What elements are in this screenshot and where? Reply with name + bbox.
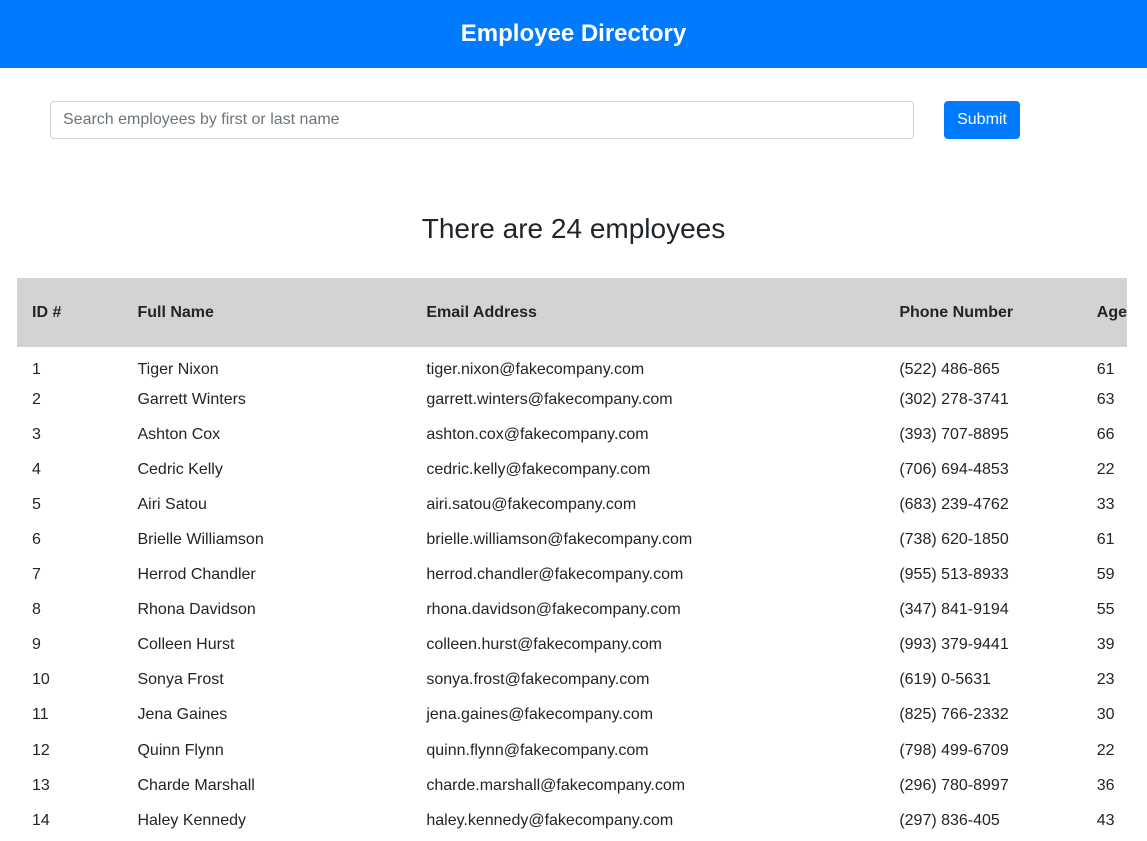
cell-age: 22 [1096, 741, 1115, 759]
table-row: 4 Cedric Kelly cedric.kelly@fakecompany.co… [17, 452, 1127, 487]
cell-id: 14 [32, 811, 50, 829]
table-row: 5 Airi Satou airi.satou@fakecompany.com (68… [17, 487, 1127, 522]
cell-phone: (955) 513-8933 [899, 566, 1009, 584]
cell-phone: (347) 841-9194 [899, 601, 1009, 619]
cell-id: 5 [32, 495, 41, 513]
table-header: ID # Full Name Email Address Phone Numbe… [17, 278, 1127, 347]
cell-age: 22 [1096, 460, 1115, 478]
cell-name: Ashton Cox [137, 425, 221, 443]
cell-age: 55 [1096, 601, 1115, 619]
cell-email: cedric.kelly@fakecompany.com [426, 460, 651, 478]
cell-name: Charde Marshall [137, 776, 255, 794]
column-header-id[interactable]: ID # [17, 278, 122, 347]
table-header-row: ID # Full Name Email Address Phone Numbe… [17, 278, 1127, 347]
cell-email: haley.kennedy@fakecompany.com [426, 811, 674, 829]
column-header-phone[interactable]: Phone Number [884, 278, 1081, 347]
cell-id: 9 [32, 636, 41, 654]
submit-button[interactable]: Submit [944, 101, 1020, 139]
column-header-email[interactable]: Email Address [411, 278, 884, 347]
table-row: 11 Jena Gaines jena.gaines@fakecompany.com… [17, 698, 1127, 733]
cell-phone: (522) 486-865 [899, 360, 1000, 378]
cell-id: 7 [32, 566, 41, 584]
column-header-age[interactable]: Age [1082, 278, 1127, 347]
cell-phone: (825) 766-2332 [899, 706, 1009, 724]
table-row: 1 Tiger Nixon tiger.nixon@fakecompany.com (… [17, 347, 1127, 382]
cell-age: 36 [1096, 776, 1115, 794]
cell-age: 39 [1096, 636, 1115, 654]
cell-phone: (798) 499-6709 [899, 741, 1009, 759]
cell-id: 12 [32, 741, 50, 759]
cell-age: 61 [1096, 360, 1115, 378]
cell-age: 63 [1096, 390, 1115, 408]
cell-name: Garrett Winters [137, 390, 246, 408]
table-body: 1 Tiger Nixon tiger.nixon@fakecompany.com (… [17, 347, 1127, 838]
cell-id: 8 [32, 601, 41, 619]
cell-id: 10 [32, 671, 50, 689]
cell-id: 11 [32, 706, 49, 724]
cell-email: quinn.flynn@fakecompany.com [426, 741, 649, 759]
cell-email: rhona.davidson@fakecompany.com [426, 601, 681, 619]
cell-age: 66 [1096, 425, 1115, 443]
table-row: 14 Haley Kennedy haley.kennedy@fakecompany… [17, 803, 1127, 838]
cell-email: airi.satou@fakecompany.com [426, 495, 637, 513]
cell-id: 13 [32, 776, 50, 794]
cell-phone: (619) 0-5631 [899, 671, 991, 689]
table-row: 3 Ashton Cox ashton.cox@fakecompany.com (39… [17, 417, 1127, 452]
table-row: 7 Herrod Chandler herrod.chandler@fakecomp… [17, 558, 1127, 593]
cell-email: herrod.chandler@fakecompany.com [426, 566, 684, 584]
app-header: Employee Directory [0, 0, 1147, 68]
cell-phone: (393) 707-8895 [899, 425, 1009, 443]
cell-phone: (993) 379-9441 [899, 636, 1009, 654]
employee-table: ID # Full Name Email Address Phone Numbe… [17, 278, 1127, 838]
cell-email: sonya.frost@fakecompany.com [426, 671, 650, 689]
table-row: 10 Sonya Frost sonya.frost@fakecompany.com… [17, 663, 1127, 698]
cell-age: 43 [1096, 811, 1115, 829]
cell-email: colleen.hurst@fakecompany.com [426, 636, 662, 654]
table-row: 9 Colleen Hurst colleen.hurst@fakecompany.… [17, 628, 1127, 663]
cell-email: ashton.cox@fakecompany.com [426, 425, 649, 443]
cell-age: 23 [1096, 671, 1115, 689]
cell-phone: (296) 780-8997 [899, 776, 1009, 794]
cell-email: brielle.williamson@fakecompany.com [426, 531, 693, 549]
cell-name: Colleen Hurst [137, 636, 235, 654]
cell-name: Tiger Nixon [137, 360, 219, 378]
cell-email: jena.gaines@fakecompany.com [426, 706, 654, 724]
cell-phone: (297) 836-405 [899, 811, 1000, 829]
cell-name: Brielle Williamson [137, 531, 264, 549]
cell-email: charde.marshall@fakecompany.com [426, 776, 686, 794]
cell-phone: (302) 278-3741 [899, 390, 1009, 408]
table-row: 2 Garrett Winters garrett.winters@fakecomp… [17, 382, 1127, 417]
cell-name: Herrod Chandler [137, 566, 256, 584]
cell-email: tiger.nixon@fakecompany.com [426, 360, 645, 378]
cell-name: Sonya Frost [137, 671, 224, 689]
employee-count-heading: There are 24 employees [421, 213, 726, 244]
cell-name: Cedric Kelly [137, 460, 223, 478]
cell-name: Jena Gaines [137, 706, 228, 724]
cell-name: Rhona Davidson [137, 601, 256, 619]
cell-age: 59 [1096, 566, 1115, 584]
search-input[interactable] [50, 101, 914, 139]
column-header-name[interactable]: Full Name [122, 278, 411, 347]
cell-name: Haley Kennedy [137, 811, 246, 829]
cell-id: 6 [32, 531, 41, 549]
cell-email: garrett.winters@fakecompany.com [426, 390, 673, 408]
page-title: Employee Directory [460, 20, 687, 47]
cell-id: 2 [32, 390, 41, 408]
cell-id: 4 [32, 460, 41, 478]
cell-phone: (706) 694-4853 [899, 460, 1009, 478]
table-row: 13 Charde Marshall charde.marshall@fakecom… [17, 768, 1127, 803]
cell-age: 61 [1096, 531, 1115, 549]
cell-name: Quinn Flynn [137, 741, 224, 759]
cell-phone: (683) 239-4762 [899, 495, 1009, 513]
cell-id: 1 [32, 360, 41, 378]
cell-id: 3 [32, 425, 41, 443]
table-row: 6 Brielle Williamson brielle.williamson@fa… [17, 522, 1127, 557]
cell-phone: (738) 620-1850 [899, 531, 1009, 549]
table-row: 8 Rhona Davidson rhona.davidson@fakecompan… [17, 593, 1127, 628]
table-row: 12 Quinn Flynn quinn.flynn@fakecompany.com… [17, 733, 1127, 768]
cell-name: Airi Satou [137, 495, 207, 513]
cell-age: 30 [1096, 706, 1115, 724]
cell-age: 33 [1096, 495, 1115, 513]
